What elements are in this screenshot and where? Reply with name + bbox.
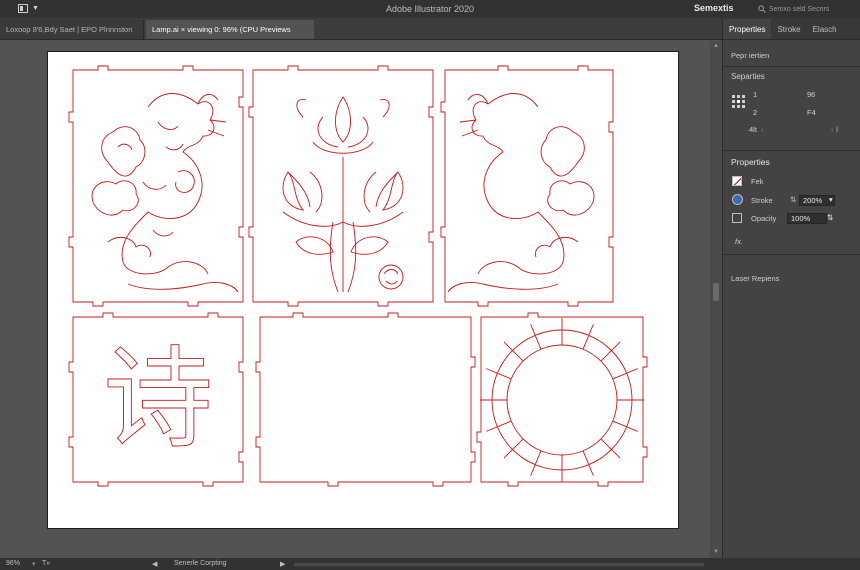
chevron-down-icon[interactable]: ▾: [829, 195, 833, 204]
opacity-icon[interactable]: [732, 213, 742, 223]
opacity-input[interactable]: 100%: [787, 213, 827, 224]
stroke-stepper-icon[interactable]: ⇅: [790, 195, 796, 204]
y-value[interactable]: F4: [807, 108, 816, 117]
y-label[interactable]: 2: [753, 108, 757, 117]
home-button[interactable]: ▼: [18, 3, 44, 14]
fill-label: Fek: [751, 177, 764, 186]
tab-elasch[interactable]: Elasch: [807, 19, 843, 39]
chevron-down-icon[interactable]: ▾: [32, 560, 36, 568]
fill-swatch-icon[interactable]: [732, 176, 742, 186]
illustrator-window: ▼ Adobe Illustrator 2020 Semextis Semxo …: [0, 0, 860, 570]
panel-glyph[interactable]: 诗: [68, 312, 244, 487]
panel-lotus[interactable]: [248, 65, 434, 307]
artwork-svg[interactable]: 诗: [48, 52, 680, 530]
sunburst-ray: [503, 341, 524, 362]
scrollbar-thumb[interactable]: [713, 283, 719, 301]
divider: [723, 66, 860, 67]
sunburst-ray: [503, 438, 524, 459]
search-icon: [758, 5, 766, 13]
x-value[interactable]: 96: [807, 90, 815, 99]
glyph-shi[interactable]: 诗: [103, 335, 214, 464]
panel-tab-row: Properties Stroke Elasch: [723, 18, 860, 40]
zoom-level[interactable]: 96%: [6, 560, 20, 567]
w-stepper-icon[interactable]: ‹: [761, 125, 764, 134]
fx-icon[interactable]: fx.: [735, 237, 743, 246]
workspace-switcher[interactable]: Semextis: [694, 3, 734, 13]
transform-grid-icon[interactable]: [732, 95, 745, 108]
chevron-down-icon: ▼: [32, 5, 39, 12]
laser-label[interactable]: Laser Repiens: [731, 274, 779, 283]
tab-document-1[interactable]: Loxoop 8'6,Bdy Saet | EPO Plnnnston: [0, 20, 144, 39]
sunburst-ray: [600, 341, 621, 362]
tab-lamp-ai[interactable]: Lamp.ai × viewing 0: 96% (CPU Previews: [146, 20, 314, 39]
opacity-label: Opacity: [751, 214, 777, 223]
link-icon[interactable]: ‹ ‖: [831, 125, 839, 134]
properties-panel: Properties Stroke Elasch Pepr iertien Se…: [722, 18, 860, 558]
search-placeholder: Semxo seld Secnrs: [769, 5, 830, 13]
tab-label: Lamp.ai × viewing 0: 96% (CPU Previews: [152, 25, 291, 34]
tab-label: Loxoop 8'6,Bdy Saet | EPO Plnnnston: [6, 25, 133, 34]
w-label[interactable]: 4lt: [749, 125, 757, 134]
home-icon: [18, 4, 28, 13]
tab-properties[interactable]: Properties: [723, 19, 772, 39]
divider: [723, 150, 860, 151]
sunburst-ray: [600, 438, 621, 459]
artboard-nav[interactable]: T»: [42, 560, 50, 567]
scroll-up-icon[interactable]: ▲: [712, 43, 720, 49]
panel-dragon-right[interactable]: [440, 65, 614, 307]
title-bar: ▼ Adobe Illustrator 2020 Semextis Semxo …: [0, 0, 860, 18]
search-input[interactable]: Semxo seld Secnrs: [758, 3, 854, 15]
document-tab-bar: Loxoop 8'6,Bdy Saet | EPO Plnnnston Lamp…: [0, 18, 722, 40]
artboard[interactable]: 诗: [47, 51, 679, 529]
canvas-area[interactable]: 诗: [0, 41, 710, 558]
tab-stroke[interactable]: Stroke: [771, 19, 806, 39]
panel-dragon-left[interactable]: [68, 65, 244, 307]
stroke-label: Stroke: [751, 196, 773, 205]
document-label: Pepr iertien: [731, 51, 770, 60]
nav-prev-icon[interactable]: ◀: [152, 560, 157, 568]
horizontal-scrollbar[interactable]: [294, 563, 704, 566]
opacity-stepper-icon[interactable]: ⇅: [827, 213, 833, 222]
status-info: Senerle Corpting: [174, 560, 227, 567]
x-label[interactable]: 1: [753, 90, 757, 99]
divider: [723, 254, 860, 255]
stroke-swatch-icon[interactable]: [732, 194, 743, 205]
nav-next-icon[interactable]: ▶: [280, 560, 285, 568]
section-properties: Properties: [731, 157, 770, 167]
scroll-down-icon[interactable]: ▼: [712, 549, 720, 555]
panel-sunburst[interactable]: [476, 312, 648, 487]
status-bar: 96% ▾ T» ◀ Senerle Corpting ▶: [0, 558, 860, 570]
vertical-scrollbar[interactable]: ▲ ▼: [710, 41, 722, 558]
section-separties: Separties: [731, 72, 765, 81]
panel-blank[interactable]: [255, 312, 476, 487]
